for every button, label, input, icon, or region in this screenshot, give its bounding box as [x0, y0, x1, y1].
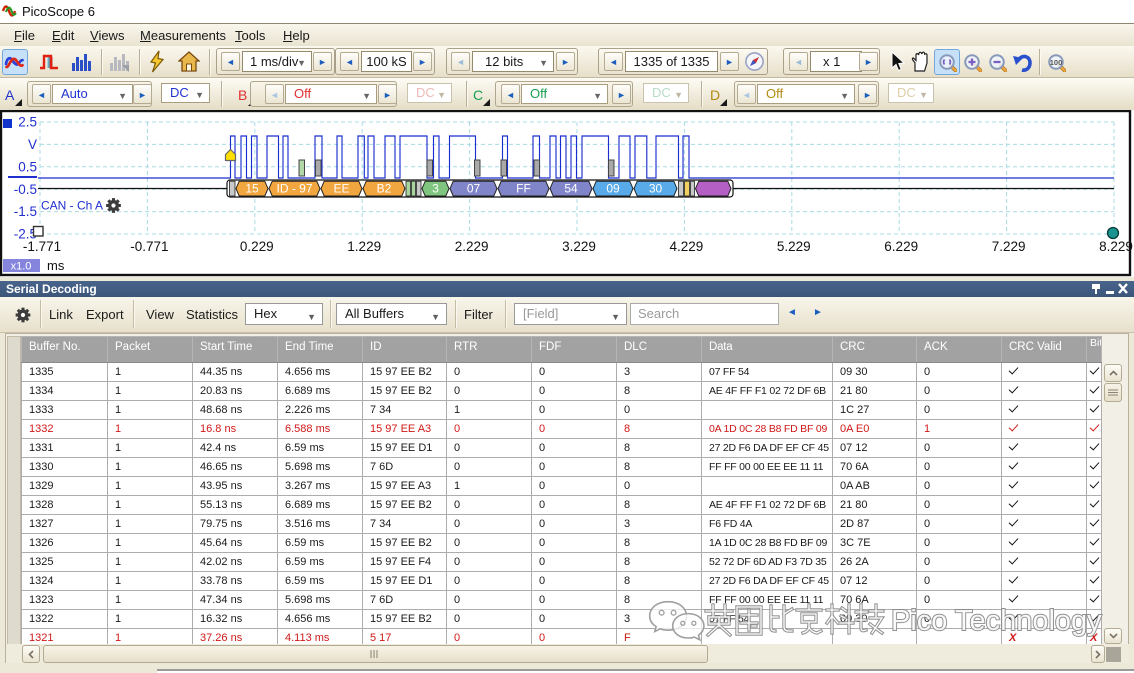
- svg-text:7.229: 7.229: [992, 239, 1026, 254]
- svg-text:-1.771: -1.771: [23, 239, 61, 254]
- svg-text:2.5: 2.5: [18, 115, 37, 130]
- svg-text:6.229: 6.229: [884, 239, 918, 254]
- svg-text:0.5: 0.5: [18, 159, 37, 174]
- svg-text:x1.0: x1.0: [11, 261, 32, 273]
- svg-text:2.229: 2.229: [455, 239, 489, 254]
- svg-text:8.229: 8.229: [1099, 239, 1133, 254]
- svg-text:5.229: 5.229: [777, 239, 811, 254]
- svg-text:09: 09: [606, 182, 620, 196]
- svg-text:V: V: [28, 137, 37, 152]
- svg-text:B2: B2: [377, 182, 392, 196]
- svg-text:07: 07: [467, 182, 481, 196]
- svg-text:-0.5: -0.5: [14, 182, 37, 197]
- svg-text:4.229: 4.229: [670, 239, 704, 254]
- svg-text:EE: EE: [333, 182, 349, 196]
- svg-text:15: 15: [245, 182, 259, 196]
- svg-text:3.229: 3.229: [562, 239, 596, 254]
- svg-text:Pico Technology: Pico Technology: [891, 605, 1102, 637]
- svg-text:1.229: 1.229: [347, 239, 381, 254]
- svg-text:54: 54: [564, 182, 578, 196]
- svg-text:100: 100: [1050, 58, 1063, 67]
- svg-text:0.229: 0.229: [240, 239, 274, 254]
- svg-text:ms: ms: [47, 258, 65, 273]
- svg-text:3: 3: [432, 182, 439, 196]
- svg-text:-0.771: -0.771: [130, 239, 168, 254]
- svg-text:FF: FF: [516, 182, 531, 196]
- svg-text:-1.5: -1.5: [14, 204, 37, 219]
- svg-text:30: 30: [649, 182, 663, 196]
- svg-text:CAN - Ch A: CAN - Ch A: [41, 199, 103, 213]
- svg-text:ID - 97: ID - 97: [276, 182, 312, 196]
